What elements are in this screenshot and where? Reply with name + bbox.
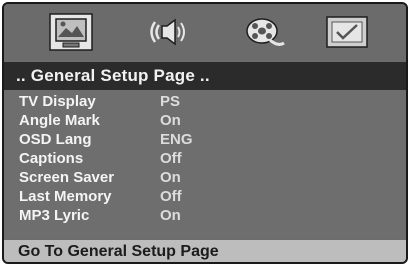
- setting-row-last-memory[interactable]: Last Memory Off: [4, 188, 406, 207]
- status-text: Go To General Setup Page: [18, 243, 219, 260]
- general-setup-icon[interactable]: [48, 13, 94, 51]
- audio-setup-icon[interactable]: [147, 13, 193, 51]
- setting-value[interactable]: ENG: [160, 131, 193, 148]
- setting-label: Screen Saver: [19, 169, 115, 186]
- setting-value[interactable]: On: [160, 207, 181, 224]
- page-title: .. General Setup Page ..: [16, 66, 210, 85]
- setting-label: Last Memory: [19, 188, 112, 205]
- settings-list: TV Display PS Angle Mark On OSD Lang ENG…: [4, 90, 406, 238]
- setting-value[interactable]: On: [160, 112, 181, 129]
- status-bar: Go To General Setup Page: [4, 240, 406, 262]
- setup-menu-window: .. General Setup Page .. TV Display PS A…: [2, 2, 408, 264]
- setting-row-mp3-lyric[interactable]: MP3 Lyric On: [4, 207, 406, 226]
- video-setup-icon[interactable]: [240, 13, 286, 51]
- setting-value[interactable]: PS: [160, 93, 180, 110]
- setting-label: Captions: [19, 150, 84, 167]
- setting-row-osd-lang[interactable]: OSD Lang ENG: [4, 131, 406, 150]
- setting-label: Angle Mark: [19, 112, 100, 129]
- setting-label: TV Display: [19, 93, 96, 110]
- setting-value[interactable]: Off: [160, 150, 182, 167]
- setting-row-tv-display[interactable]: TV Display PS: [4, 93, 406, 112]
- setting-label: OSD Lang: [19, 131, 92, 148]
- setting-row-screen-saver[interactable]: Screen Saver On: [4, 169, 406, 188]
- menu-icon-bar: [4, 4, 406, 60]
- setting-row-angle-mark[interactable]: Angle Mark On: [4, 112, 406, 131]
- setting-value[interactable]: Off: [160, 188, 182, 205]
- page-title-bar: .. General Setup Page ..: [4, 62, 406, 90]
- setting-row-captions[interactable]: Captions Off: [4, 150, 406, 169]
- setting-value[interactable]: On: [160, 169, 181, 186]
- setting-label: MP3 Lyric: [19, 207, 90, 224]
- preference-setup-icon[interactable]: [324, 13, 370, 51]
